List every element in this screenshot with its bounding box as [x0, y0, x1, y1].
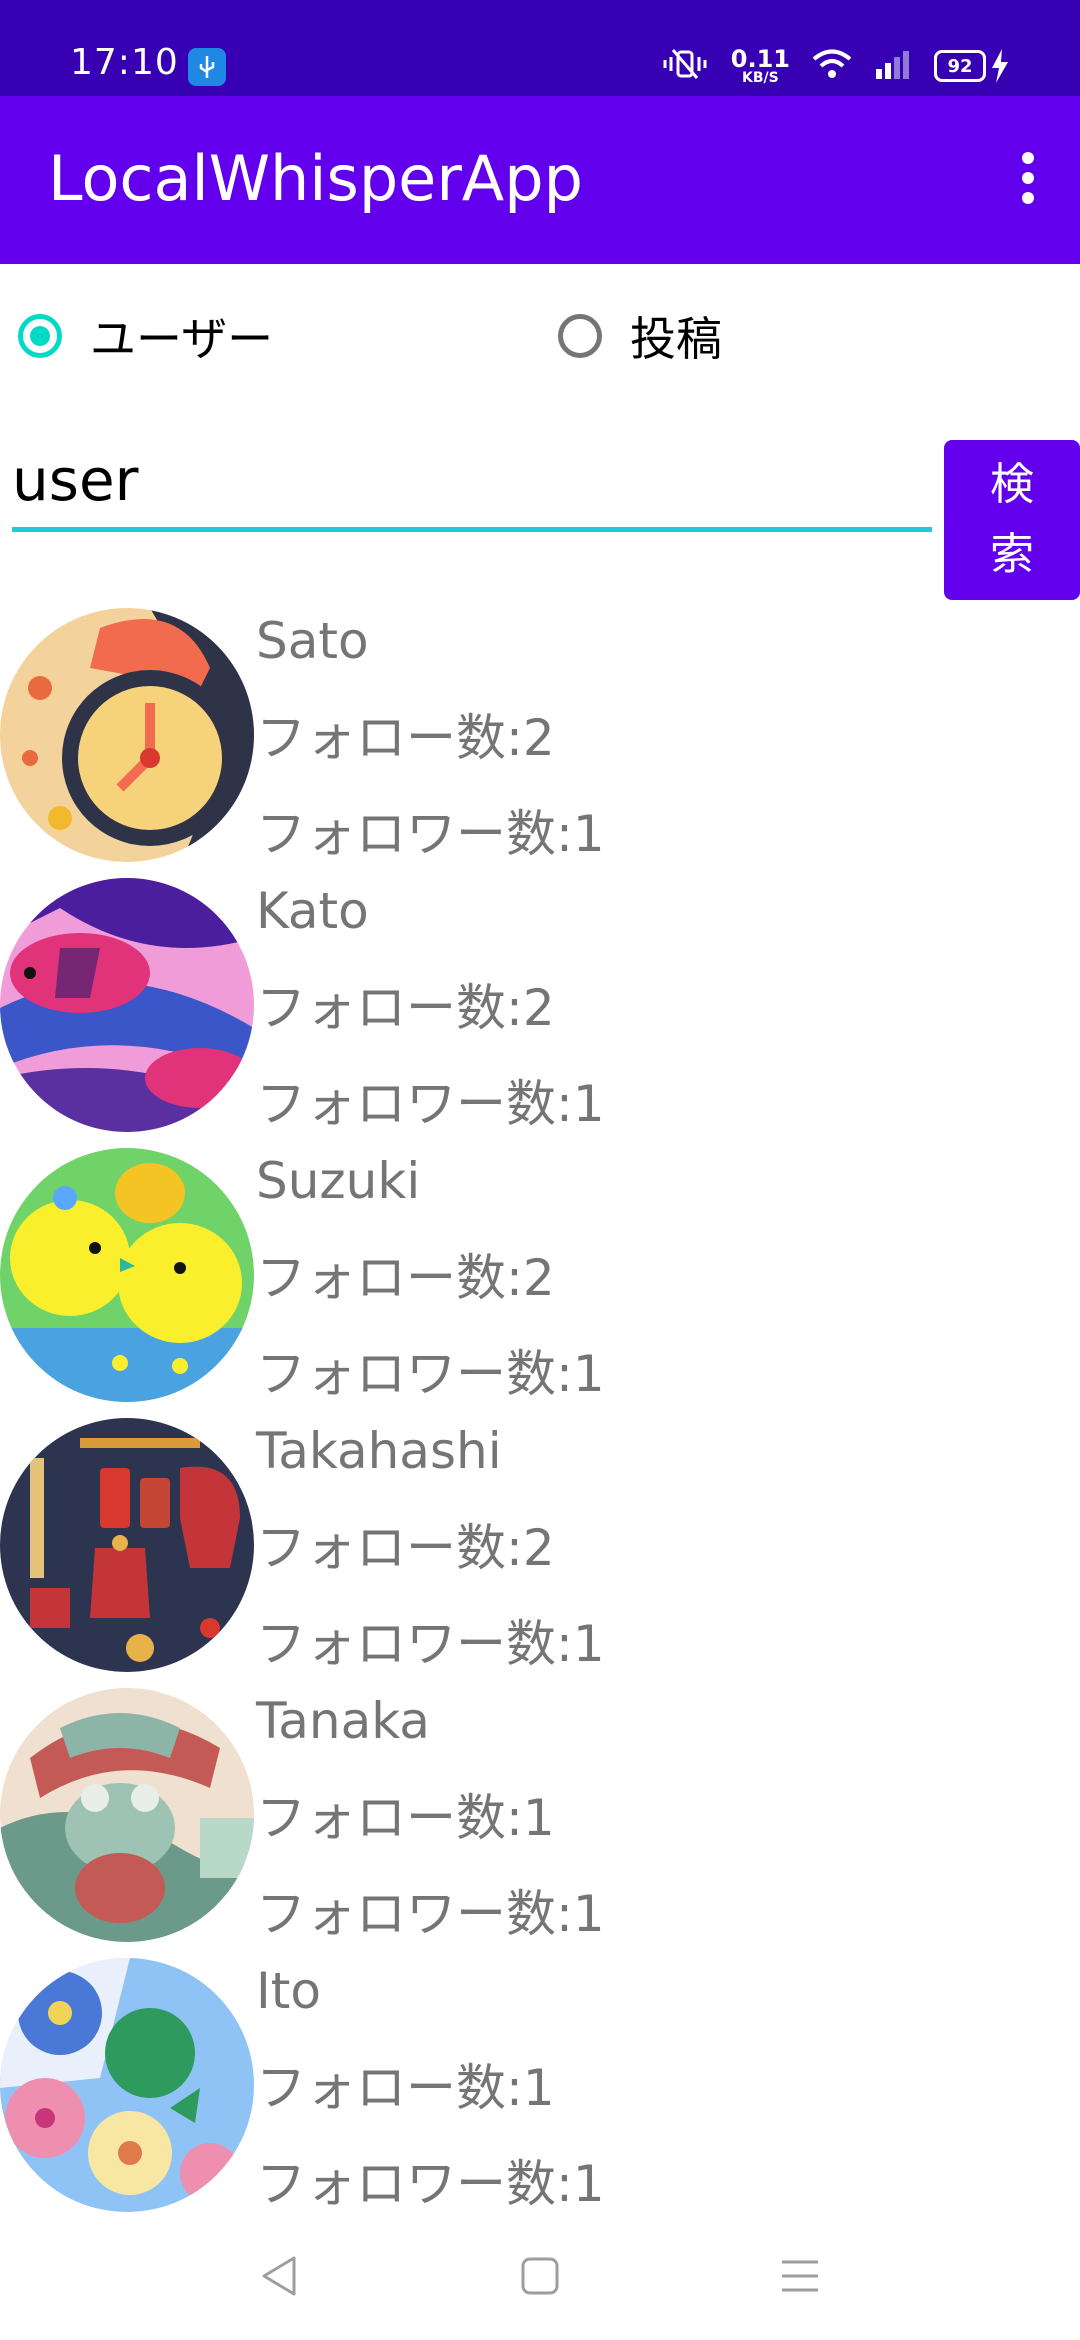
user-follower-count: フォロワー数:1 — [256, 805, 605, 863]
recents-icon[interactable] — [770, 2246, 830, 2306]
search-type-radio-group: ユーザー 投稿 — [0, 296, 1080, 376]
avatar-clock-illustration — [0, 608, 254, 862]
search-button-label-line1: 検 — [990, 459, 1034, 510]
navigation-bar — [0, 2220, 1080, 2340]
user-name: Sato — [256, 612, 369, 670]
user-list-item[interactable]: Suzuki フォロー数:2 フォロワー数:1 — [0, 1144, 1080, 1414]
usb-icon — [188, 48, 226, 86]
home-icon[interactable] — [510, 2246, 570, 2306]
avatar-frog-illustration — [0, 1688, 254, 1942]
status-bar: 17:10 0.11 KB/S 92 — [0, 0, 1080, 96]
network-speed-unit: KB/S — [742, 70, 779, 86]
user-follower-count: フォロワー数:1 — [256, 1075, 605, 1133]
user-name: Suzuki — [256, 1152, 421, 1210]
app-title: LocalWhisperApp — [48, 142, 583, 215]
user-follow-count: フォロー数:2 — [256, 979, 555, 1037]
user-follow-count: フォロー数:2 — [256, 1519, 555, 1577]
user-follower-count: フォロワー数:1 — [256, 2155, 605, 2213]
user-list-item[interactable]: Sato フォロー数:2 フォロワー数:1 — [0, 604, 1080, 874]
user-name: Tanaka — [256, 1692, 430, 1750]
more-vert-icon[interactable] — [1006, 146, 1050, 210]
radio-user[interactable]: ユーザー — [18, 296, 273, 376]
user-follow-count: フォロー数:2 — [256, 709, 555, 767]
user-follow-count: フォロー数:1 — [256, 2059, 555, 2117]
search-button[interactable]: 検 索 — [944, 440, 1080, 600]
user-follow-count: フォロー数:1 — [256, 1789, 555, 1847]
avatar-chicks-illustration — [0, 1148, 254, 1402]
avatar-kitchen-illustration — [0, 1418, 254, 1672]
battery-icon: 92 — [934, 49, 1010, 83]
radio-user-label: ユーザー — [90, 312, 274, 366]
radio-post[interactable]: 投稿 — [558, 296, 722, 376]
charging-icon — [992, 49, 1008, 83]
user-list-item[interactable]: Kato フォロー数:2 フォロワー数:1 — [0, 874, 1080, 1144]
avatar-flowers-illustration — [0, 1958, 254, 2212]
search-button-label-line2: 索 — [990, 529, 1034, 580]
user-name: Kato — [256, 882, 369, 940]
user-follow-count: フォロー数:2 — [256, 1249, 555, 1307]
user-list-item[interactable]: Ito フォロー数:1 フォロワー数:1 — [0, 1954, 1080, 2224]
avatar-fish-illustration — [0, 878, 254, 1132]
status-time: 17:10 — [70, 42, 179, 83]
network-speed: 0.11 KB/S — [731, 47, 790, 85]
radio-unchecked-icon[interactable] — [558, 314, 602, 358]
status-icons: 0.11 KB/S 92 — [661, 44, 1010, 88]
user-follower-count: フォロワー数:1 — [256, 1615, 605, 1673]
user-follower-count: フォロワー数:1 — [256, 1885, 605, 1943]
network-speed-value: 0.11 — [730, 45, 790, 73]
battery-level: 92 — [934, 50, 986, 82]
user-name: Ito — [256, 1962, 321, 2020]
radio-post-label: 投稿 — [630, 312, 722, 366]
user-list-item[interactable]: Tanaka フォロー数:1 フォロワー数:1 — [0, 1684, 1080, 1954]
user-list: Sato フォロー数:2 フォロワー数:1 Kato フォロー数:2 フォロワー… — [0, 604, 1080, 2224]
app-bar: LocalWhisperApp — [0, 96, 1080, 264]
radio-checked-icon[interactable] — [18, 314, 62, 358]
wifi-icon — [812, 48, 852, 84]
user-name: Takahashi — [256, 1422, 502, 1480]
signal-icon — [874, 49, 912, 83]
back-icon[interactable] — [250, 2246, 310, 2306]
user-follower-count: フォロワー数:1 — [256, 1345, 605, 1403]
search-input[interactable] — [12, 432, 932, 532]
user-list-item[interactable]: Takahashi フォロー数:2 フォロワー数:1 — [0, 1414, 1080, 1684]
vibrate-icon — [661, 47, 709, 85]
